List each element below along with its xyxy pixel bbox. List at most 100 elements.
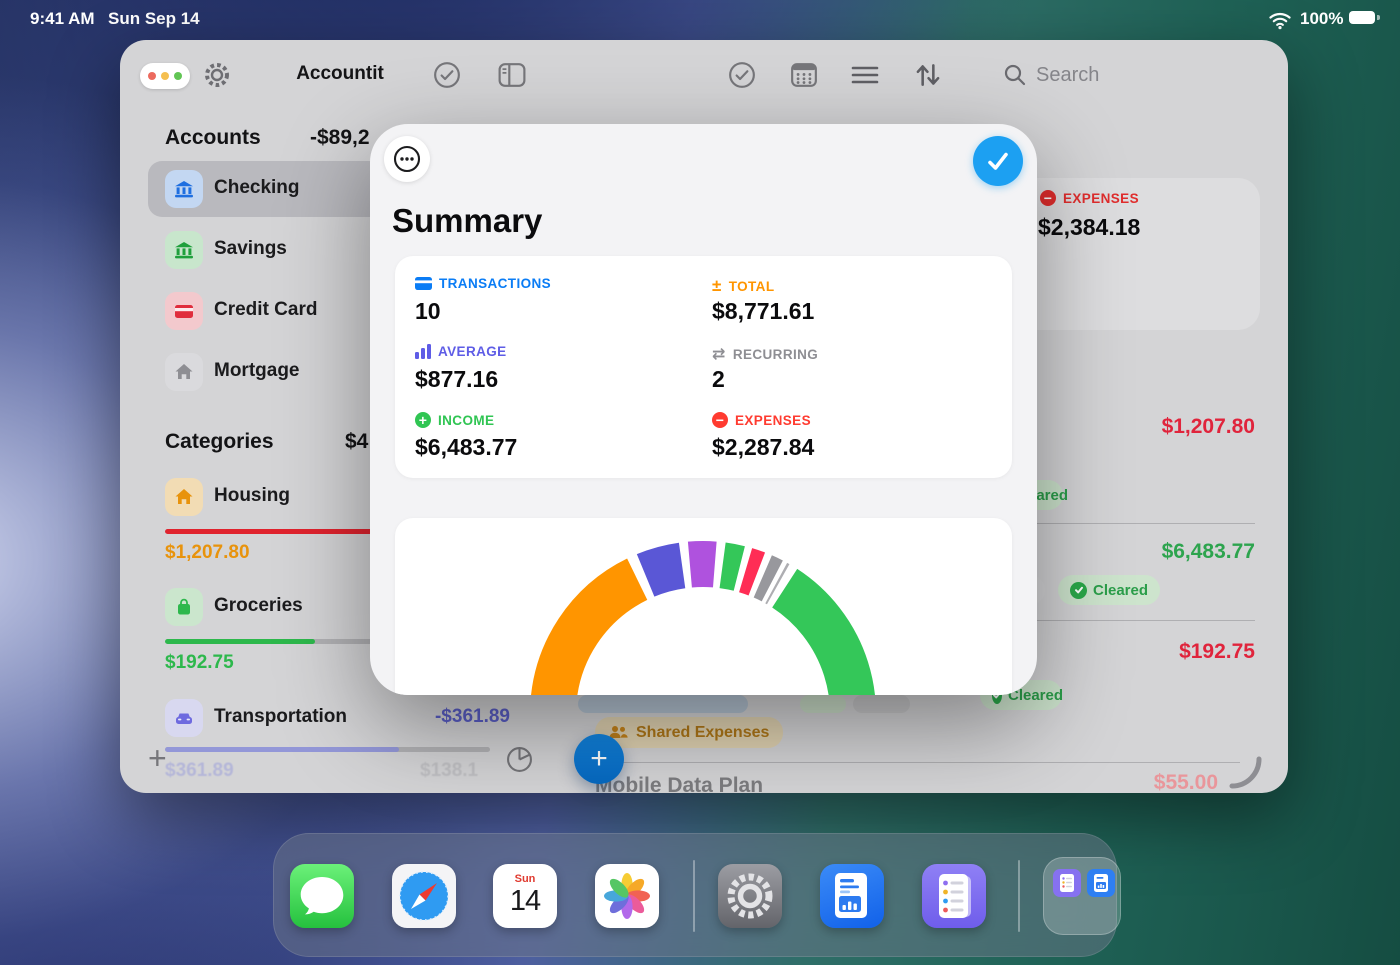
calendar-day: 14	[493, 885, 557, 918]
transaction-amount: $55.00	[1154, 771, 1218, 793]
filter-check-icon[interactable]	[728, 61, 756, 94]
card-icon	[415, 277, 432, 291]
sort-arrows-icon[interactable]	[912, 60, 944, 95]
dock-app-tasks[interactable]	[922, 864, 986, 928]
cleared-badge: Cleared	[1058, 575, 1160, 605]
transaction-amount: $1,207.80	[1162, 415, 1255, 439]
transaction-amount: $6,483.77	[1162, 540, 1255, 564]
pie-chart-icon[interactable]	[506, 746, 533, 778]
sidebar-item-label: Checking	[214, 177, 300, 199]
stats-card: TRANSACTIONS 10 ± TOTAL $8,771.61 AVERAG…	[395, 256, 1012, 478]
check-icon	[985, 148, 1011, 174]
bank-icon	[165, 170, 203, 208]
dock-divider	[1018, 860, 1020, 932]
transactions-stat-value: 10	[415, 298, 441, 325]
repeat-icon: ⇄	[712, 344, 726, 364]
categories-header: Categories	[165, 430, 274, 454]
mini-app-tasks[interactable]	[1053, 869, 1081, 897]
dock-app-documents[interactable]	[820, 864, 884, 928]
transactions-stat-label: TRANSACTIONS	[415, 276, 551, 291]
house-icon	[165, 478, 203, 516]
sidebar-item-label: Mortgage	[214, 360, 300, 382]
settings-gear-icon	[718, 864, 782, 928]
calendar-weekday: Sun	[493, 873, 557, 885]
dock-divider	[693, 860, 695, 932]
minus-circle-icon: −	[1040, 190, 1056, 206]
bag-icon	[165, 588, 203, 626]
average-stat-value: $877.16	[415, 366, 498, 393]
summary-donut-chart	[395, 518, 1012, 695]
tag-pill	[578, 695, 748, 713]
transportation-spent: $361.89	[165, 760, 234, 782]
credit-card-icon	[165, 292, 203, 330]
search-input[interactable]: Search	[1036, 64, 1099, 87]
average-stat-label: AVERAGE	[415, 344, 507, 359]
more-options-button[interactable]	[384, 136, 430, 182]
dock-app-settings[interactable]	[718, 864, 782, 928]
expenses-card-value: $2,384.18	[1038, 214, 1140, 241]
housing-amount: $1,207.80	[165, 542, 250, 564]
window-controls[interactable]	[140, 63, 190, 89]
dock-app-calendar[interactable]: Sun 14	[493, 864, 557, 928]
sidebar-item-label: Housing	[214, 485, 290, 507]
expenses-card-label: − EXPENSES	[1040, 190, 1139, 206]
minus-circle-icon: −	[712, 412, 728, 428]
car-icon	[165, 699, 203, 737]
safari-icon	[392, 864, 456, 928]
groceries-amount: $192.75	[165, 652, 234, 674]
transaction-amount: $192.75	[1179, 640, 1255, 664]
sidebar-item-transportation[interactable]: Transportation -$361.89	[148, 690, 515, 746]
minimize-window-dot[interactable]	[161, 72, 169, 80]
sidebar-item-label: Credit Card	[214, 299, 317, 321]
add-account-button[interactable]: +	[148, 740, 167, 777]
dock-app-messages[interactable]	[290, 864, 354, 928]
chart-card	[395, 518, 1012, 695]
house-icon	[165, 353, 203, 391]
filter-lines-icon[interactable]	[850, 63, 880, 92]
mini-app-documents[interactable]	[1087, 869, 1115, 897]
income-stat-label: + INCOME	[415, 412, 494, 428]
plus-minus-icon: ±	[712, 276, 722, 296]
sidebar-item-label: Transportation	[214, 706, 347, 728]
sidebar-item-label: Savings	[214, 238, 287, 260]
add-transaction-button[interactable]: +	[574, 734, 624, 784]
summary-modal: Summary TRANSACTIONS 10 ± TOTAL $8,771.6…	[370, 124, 1037, 695]
sidebar-toggle-icon[interactable]	[498, 62, 526, 93]
recurring-stat-label: ⇄ RECURRING	[712, 344, 818, 364]
tag-pill	[800, 695, 846, 713]
ellipsis-circle-icon	[392, 144, 422, 174]
plus-circle-icon: +	[415, 412, 431, 428]
close-window-dot[interactable]	[148, 72, 156, 80]
done-button[interactable]	[973, 136, 1023, 186]
transportation-amount: -$361.89	[435, 706, 510, 728]
transportation-progress	[165, 747, 490, 752]
settings-gear-icon[interactable]	[202, 60, 232, 95]
bank-icon	[165, 231, 203, 269]
tag-pill	[853, 695, 910, 713]
keypad-icon[interactable]	[790, 61, 818, 94]
photos-icon	[595, 864, 659, 928]
dock: Sun 14	[273, 833, 1117, 957]
expenses-stat-label: − EXPENSES	[712, 412, 811, 428]
transaction-name: Mobile Data Plan	[595, 774, 763, 793]
wifi-icon	[1268, 9, 1292, 29]
battery-percent: 100%	[1300, 9, 1343, 29]
checklist-icon	[922, 864, 986, 928]
dock-app-safari[interactable]	[392, 864, 456, 928]
resize-handle[interactable]	[1225, 752, 1263, 793]
recurring-stat-value: 2	[712, 366, 725, 393]
tasks-check-icon[interactable]	[433, 61, 461, 94]
messages-icon	[290, 864, 354, 928]
dock-app-library-folder[interactable]	[1043, 857, 1121, 935]
income-stat-value: $6,483.77	[415, 434, 517, 461]
expenses-stat-value: $2,287.84	[712, 434, 814, 461]
screen: 9:41 AM Sun Sep 14 100% Accountit	[0, 0, 1400, 965]
zoom-window-dot[interactable]	[174, 72, 182, 80]
transportation-remaining: $138.1	[420, 760, 478, 782]
search-icon	[1003, 63, 1027, 92]
document-chart-icon	[820, 864, 884, 928]
status-time: 9:41 AM	[30, 9, 95, 29]
dock-app-photos[interactable]	[595, 864, 659, 928]
battery-icon	[1349, 11, 1375, 24]
app-title: Accountit	[270, 63, 410, 85]
